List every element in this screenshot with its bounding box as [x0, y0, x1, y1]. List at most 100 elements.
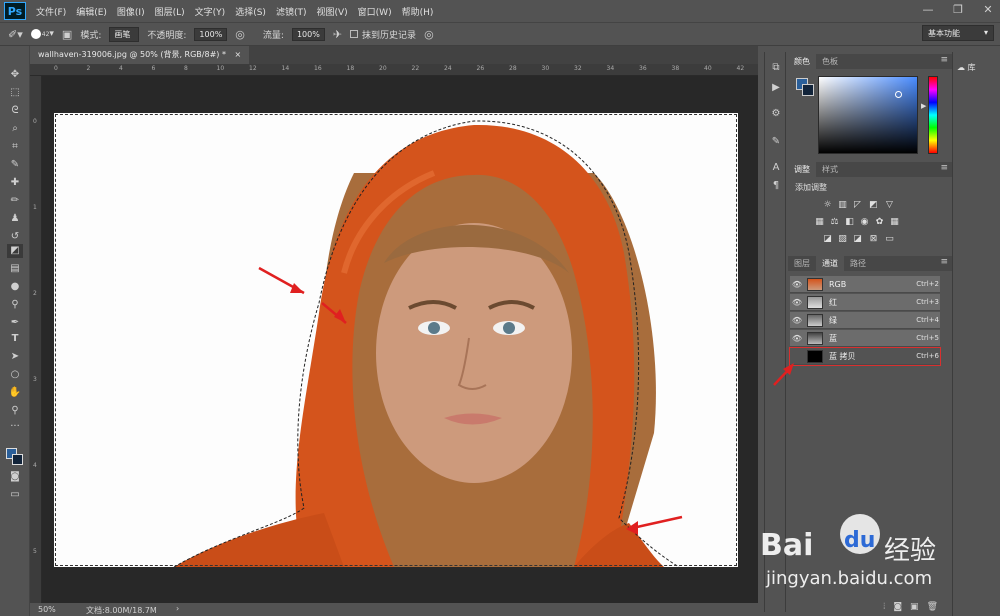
hue-slider-handle-icon[interactable]: ▶ — [921, 102, 926, 110]
brightness-icon[interactable]: ☼ — [822, 200, 833, 210]
status-menu-icon[interactable]: › — [176, 604, 179, 613]
panel-menu-icon[interactable]: ≡ — [940, 163, 948, 173]
menu-file[interactable]: 文件(F) — [36, 5, 66, 18]
brush-panel-icon[interactable]: ✎ — [770, 136, 782, 148]
pressure-opacity-icon[interactable]: ◎ — [235, 28, 245, 41]
menu-help[interactable]: 帮助(H) — [402, 5, 434, 18]
library-tab[interactable]: ☁ 库 — [957, 62, 976, 73]
brush-panel-icon[interactable]: ▣ — [62, 28, 72, 41]
quick-mask-icon[interactable]: ◙ — [7, 470, 23, 484]
lasso-tool-icon[interactable]: ᘓ — [7, 104, 23, 118]
posterize-icon[interactable]: ▨ — [837, 234, 848, 244]
close-tab-icon[interactable]: × — [235, 50, 242, 59]
eye-icon[interactable]: 👁 — [790, 280, 804, 289]
black-white-icon[interactable]: ◧ — [844, 217, 855, 227]
tab-color[interactable]: 颜色 — [788, 54, 816, 69]
hue-slider[interactable] — [928, 76, 938, 154]
eraser-tool-icon[interactable]: ◩ — [7, 244, 23, 258]
menu-type[interactable]: 文字(Y) — [195, 5, 226, 18]
tab-adjustments[interactable]: 调整 — [788, 162, 816, 177]
brush-tool-icon[interactable]: ✏ — [7, 194, 23, 208]
panel-menu-icon[interactable]: ≡ — [940, 55, 948, 65]
healing-tool-icon[interactable]: ✚ — [7, 176, 23, 190]
restore-icon[interactable]: ❐ — [950, 2, 966, 18]
hue-saturation-icon[interactable]: ▦ — [814, 217, 825, 227]
eye-icon[interactable]: 👁 — [790, 316, 804, 325]
history-panel-icon[interactable]: ⧉ — [770, 62, 782, 74]
canvas-area[interactable] — [42, 76, 758, 603]
brush-preset-picker[interactable]: 42 ▾ — [30, 29, 54, 39]
opacity-input[interactable]: 100% — [194, 27, 228, 41]
threshold-icon[interactable]: ◪ — [852, 234, 863, 244]
actions-panel-icon[interactable]: ▶ — [770, 82, 782, 94]
tab-layers[interactable]: 图层 — [788, 257, 816, 270]
color-balance-icon[interactable]: ⚖ — [829, 217, 840, 227]
crop-tool-icon[interactable]: ⌗ — [7, 140, 23, 154]
channel-row-blue-copy[interactable]: 蓝 拷贝 Ctrl+6 — [789, 347, 941, 366]
gradient-tool-icon[interactable]: ▤ — [7, 262, 23, 276]
invert-icon[interactable]: ◪ — [822, 234, 833, 244]
menu-filter[interactable]: 滤镜(T) — [276, 5, 307, 18]
hand-tool-icon[interactable]: ✋ — [7, 386, 23, 400]
airbrush-icon[interactable]: ✈ — [333, 28, 342, 41]
channel-row-rgb[interactable]: 👁 RGB Ctrl+2 — [790, 276, 940, 293]
zoom-tool-icon[interactable]: ⚲ — [7, 404, 23, 418]
erase-history-checkbox[interactable]: 抹到历史记录 — [350, 28, 416, 41]
stamp-tool-icon[interactable]: ♟ — [7, 212, 23, 226]
document-image[interactable] — [54, 113, 738, 567]
panel-menu-icon[interactable]: ≡ — [940, 257, 948, 267]
color-lookup-icon[interactable]: ▦ — [889, 217, 900, 227]
character-panel-icon[interactable]: A — [770, 162, 782, 174]
eye-icon[interactable]: 👁 — [790, 298, 804, 307]
menu-window[interactable]: 窗口(W) — [358, 5, 392, 18]
paragraph-panel-icon[interactable]: ¶ — [770, 180, 782, 192]
tab-swatches[interactable]: 色板 — [816, 55, 844, 68]
minimize-icon[interactable]: — — [920, 2, 936, 18]
move-tool-icon[interactable]: ✥ — [7, 68, 23, 82]
channel-row-blue[interactable]: 👁 蓝 Ctrl+5 — [790, 330, 940, 347]
eyedropper-tool-icon[interactable]: ✎ — [7, 158, 23, 172]
workspace-select[interactable]: 基本功能 ▾ — [922, 25, 994, 41]
channel-mixer-icon[interactable]: ✿ — [874, 217, 885, 227]
channel-row-red[interactable]: 👁 红 Ctrl+3 — [790, 294, 940, 311]
menu-layer[interactable]: 图层(L) — [155, 5, 185, 18]
menu-edit[interactable]: 编辑(E) — [76, 5, 107, 18]
more-tools-icon[interactable]: ··· — [7, 420, 23, 434]
dodge-tool-icon[interactable]: ⚲ — [7, 298, 23, 312]
vibrance-icon[interactable]: ▽ — [884, 200, 895, 210]
curves-icon[interactable]: ◸ — [852, 200, 863, 210]
color-picker-field[interactable] — [818, 76, 918, 154]
shape-tool-icon[interactable]: ○ — [7, 368, 23, 382]
mode-select[interactable]: 画笔 — [109, 26, 140, 42]
gradient-map-icon[interactable]: ▭ — [884, 234, 895, 244]
levels-icon[interactable]: ▥ — [837, 200, 848, 210]
type-tool-icon[interactable]: T — [7, 332, 23, 346]
tab-styles[interactable]: 样式 — [816, 163, 844, 176]
channel-row-green[interactable]: 👁 绿 Ctrl+4 — [790, 312, 940, 329]
panel-background-swatch[interactable] — [802, 84, 814, 96]
properties-panel-icon[interactable]: ⚙ — [770, 108, 782, 120]
photo-filter-icon[interactable]: ◉ — [859, 217, 870, 227]
menu-select[interactable]: 选择(S) — [235, 5, 266, 18]
quick-select-tool-icon[interactable]: ⌕ — [7, 122, 23, 136]
marquee-tool-icon[interactable]: ⬚ — [7, 86, 23, 100]
background-color-swatch[interactable] — [12, 454, 23, 465]
eraser-tool-preset-icon[interactable]: ✐▾ — [8, 28, 23, 41]
pen-tool-icon[interactable]: ✒ — [7, 316, 23, 330]
exposure-icon[interactable]: ◩ — [868, 200, 879, 210]
tab-channels[interactable]: 通道 — [816, 256, 844, 271]
pressure-size-icon[interactable]: ◎ — [424, 28, 434, 41]
menu-view[interactable]: 视图(V) — [316, 5, 347, 18]
flow-input[interactable]: 100% — [291, 27, 325, 41]
history-brush-tool-icon[interactable]: ↺ — [7, 230, 23, 244]
selective-color-icon[interactable]: ⊠ — [868, 234, 879, 244]
menu-image[interactable]: 图像(I) — [117, 5, 145, 18]
path-select-tool-icon[interactable]: ➤ — [7, 350, 23, 364]
eye-icon[interactable]: 👁 — [790, 334, 804, 343]
zoom-level[interactable]: 50% — [38, 605, 56, 614]
screen-mode-icon[interactable]: ▭ — [7, 488, 23, 502]
blur-tool-icon[interactable]: ● — [7, 280, 23, 294]
document-tab[interactable]: wallhaven-319006.jpg @ 50% (背景, RGB/8#) … — [30, 46, 250, 64]
close-icon[interactable]: ✕ — [980, 2, 996, 18]
tab-paths[interactable]: 路径 — [844, 257, 872, 270]
